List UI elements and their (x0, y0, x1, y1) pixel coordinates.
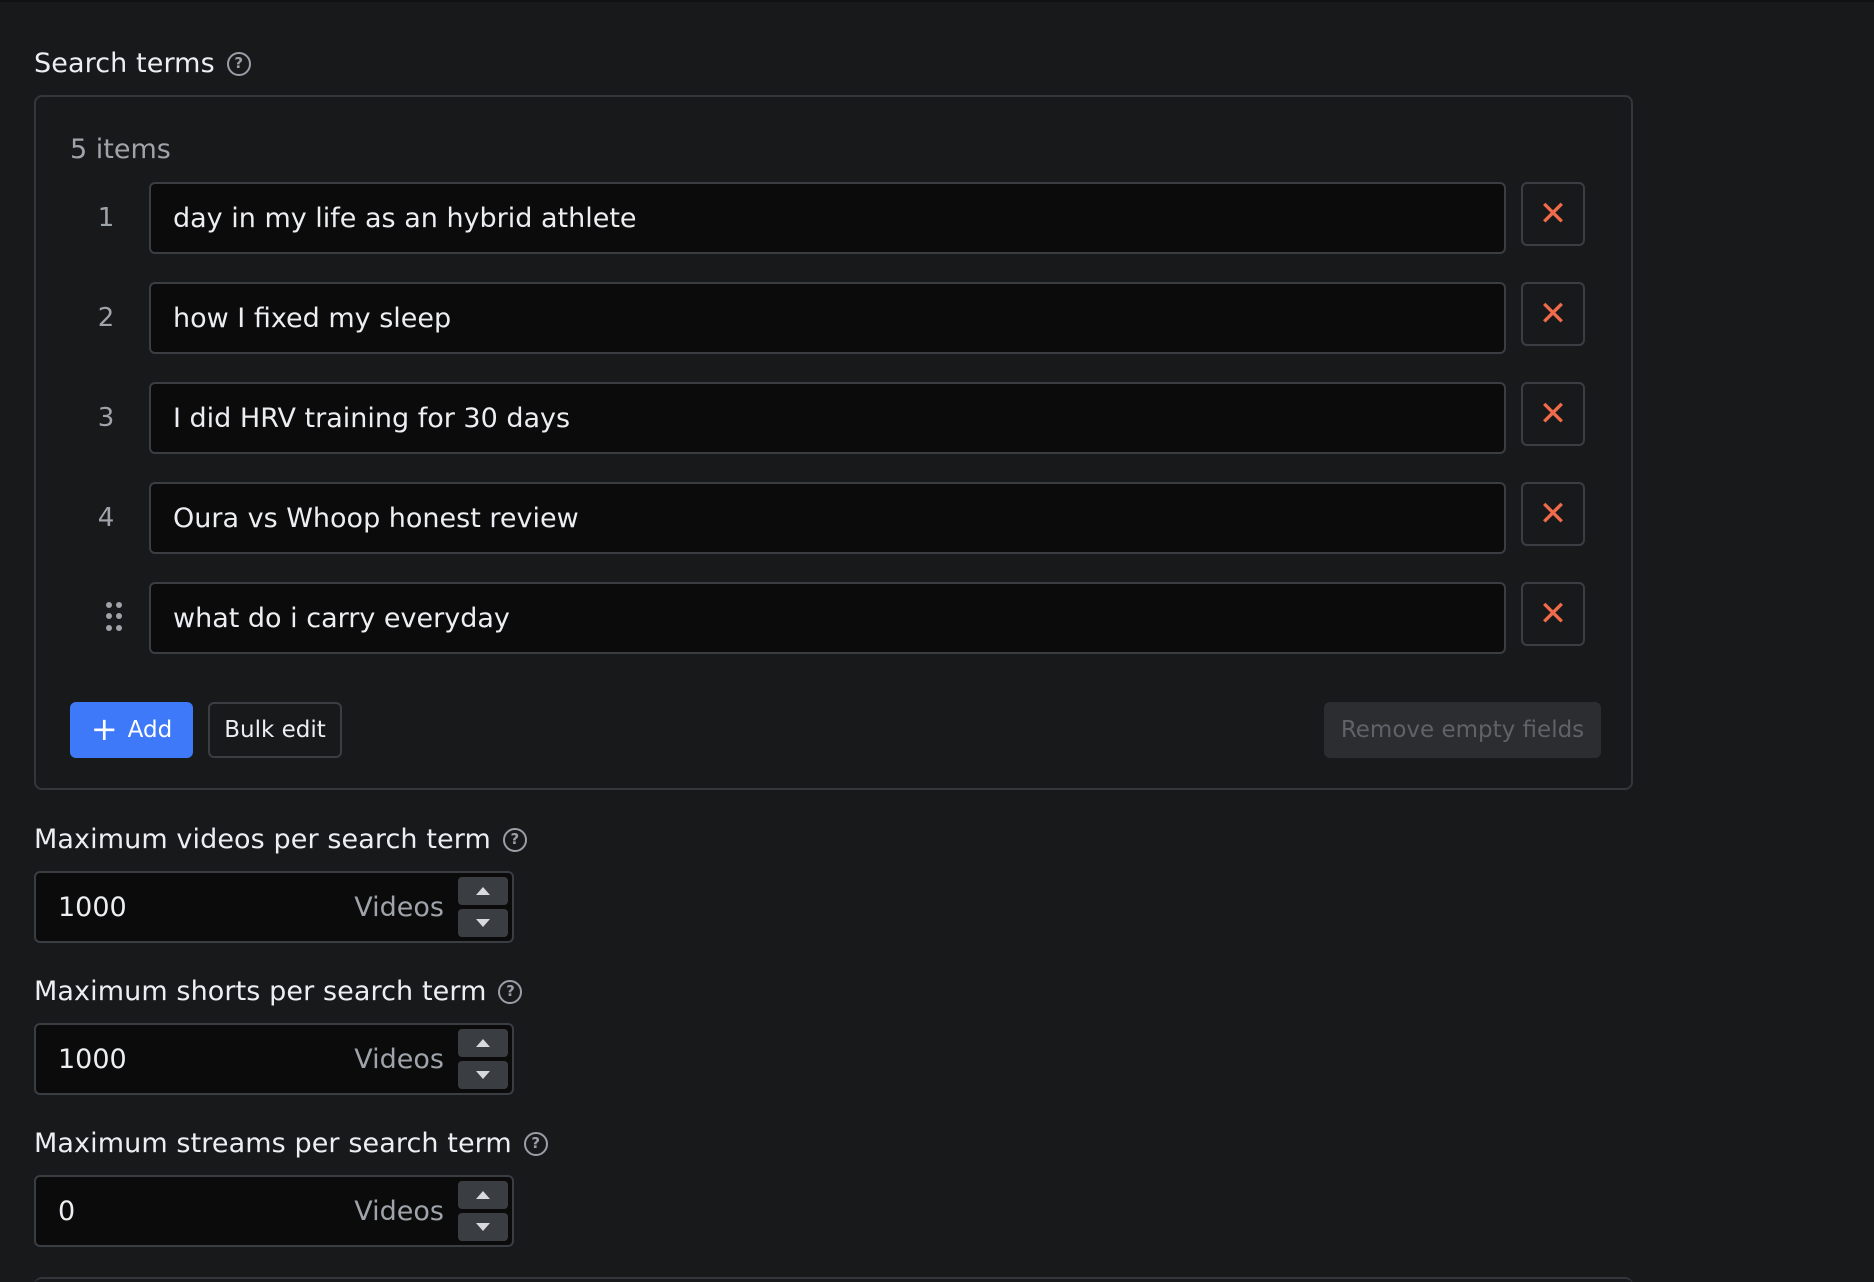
add-button[interactable]: + Add (70, 702, 193, 758)
help-icon[interactable]: ? (523, 1131, 548, 1156)
remove-term-button[interactable]: ✕ (1521, 282, 1585, 346)
unit-label: Videos (354, 891, 444, 923)
max-streams-label-row: Maximum streams per search term ? (34, 1128, 548, 1159)
close-icon: ✕ (1538, 594, 1568, 634)
max-shorts-value[interactable]: 1000 (58, 1025, 127, 1093)
help-icon[interactable]: ? (502, 827, 527, 852)
decrement-button[interactable] (458, 1061, 508, 1089)
cut-off-previous-section (0, 0, 1874, 2)
plus-icon: + (90, 709, 118, 748)
term-row: 4 Oura vs Whoop honest review ✕ (36, 482, 1631, 554)
increment-button[interactable] (458, 877, 508, 905)
term-row: 2 how I fixed my sleep ✕ (36, 282, 1631, 354)
remove-empty-fields-button[interactable]: Remove empty fields (1324, 702, 1601, 758)
term-row: 3 I did HRV training for 30 days ✕ (36, 382, 1631, 454)
row-number: 3 (97, 403, 115, 433)
help-icon[interactable]: ? (226, 51, 251, 76)
term-row: 1 day in my life as an hybrid athlete ✕ (36, 182, 1631, 254)
term-row: what do i carry everyday ✕ (36, 582, 1631, 654)
add-button-label: Add (127, 717, 173, 743)
remove-term-button[interactable]: ✕ (1521, 582, 1585, 646)
row-number: 1 (97, 203, 115, 233)
max-streams-value[interactable]: 0 (58, 1177, 75, 1245)
max-videos-label: Maximum videos per search term (34, 824, 491, 855)
remove-term-button[interactable]: ✕ (1521, 482, 1585, 546)
chevron-down-icon (476, 919, 490, 927)
max-videos-field[interactable]: 1000 Videos (34, 871, 514, 943)
chevron-up-icon (476, 887, 490, 895)
max-shorts-label-row: Maximum shorts per search term ? (34, 976, 523, 1007)
max-videos-value[interactable]: 1000 (58, 873, 127, 941)
close-icon: ✕ (1538, 494, 1568, 534)
unit-label: Videos (354, 1043, 444, 1075)
max-shorts-field[interactable]: 1000 Videos (34, 1023, 514, 1095)
search-terms-label-row: Search terms ? (34, 48, 251, 79)
bulk-edit-button[interactable]: Bulk edit (208, 702, 342, 758)
search-term-input[interactable]: what do i carry everyday (149, 582, 1506, 654)
drag-handle-icon[interactable] (106, 602, 122, 632)
help-icon[interactable]: ? (498, 979, 523, 1004)
remove-term-button[interactable]: ✕ (1521, 182, 1585, 246)
row-number: 2 (97, 303, 115, 333)
search-term-input[interactable]: day in my life as an hybrid athlete (149, 182, 1506, 254)
search-terms-label: Search terms (34, 48, 215, 79)
remove-term-button[interactable]: ✕ (1521, 382, 1585, 446)
number-stepper (458, 1029, 508, 1089)
max-videos-label-row: Maximum videos per search term ? (34, 824, 527, 855)
decrement-button[interactable] (458, 1213, 508, 1241)
search-term-input[interactable]: I did HRV training for 30 days (149, 382, 1506, 454)
max-streams-label: Maximum streams per search term (34, 1128, 512, 1159)
max-streams-field[interactable]: 0 Videos (34, 1175, 514, 1247)
close-icon: ✕ (1538, 394, 1568, 434)
page: Search terms ? 5 items 1 day in my life … (0, 0, 1874, 1282)
increment-button[interactable] (458, 1029, 508, 1057)
max-shorts-label: Maximum shorts per search term (34, 976, 487, 1007)
increment-button[interactable] (458, 1181, 508, 1209)
next-section-edge (34, 1277, 1633, 1282)
search-term-input[interactable]: Oura vs Whoop honest review (149, 482, 1506, 554)
items-count: 5 items (70, 134, 171, 165)
row-number: 4 (97, 503, 115, 533)
chevron-down-icon (476, 1071, 490, 1079)
number-stepper (458, 1181, 508, 1241)
chevron-up-icon (476, 1191, 490, 1199)
chevron-down-icon (476, 1223, 490, 1231)
search-terms-box: 5 items 1 day in my life as an hybrid at… (34, 95, 1633, 790)
decrement-button[interactable] (458, 909, 508, 937)
unit-label: Videos (354, 1195, 444, 1227)
number-stepper (458, 877, 508, 937)
chevron-up-icon (476, 1039, 490, 1047)
close-icon: ✕ (1538, 194, 1568, 234)
close-icon: ✕ (1538, 294, 1568, 334)
search-term-input[interactable]: how I fixed my sleep (149, 282, 1506, 354)
